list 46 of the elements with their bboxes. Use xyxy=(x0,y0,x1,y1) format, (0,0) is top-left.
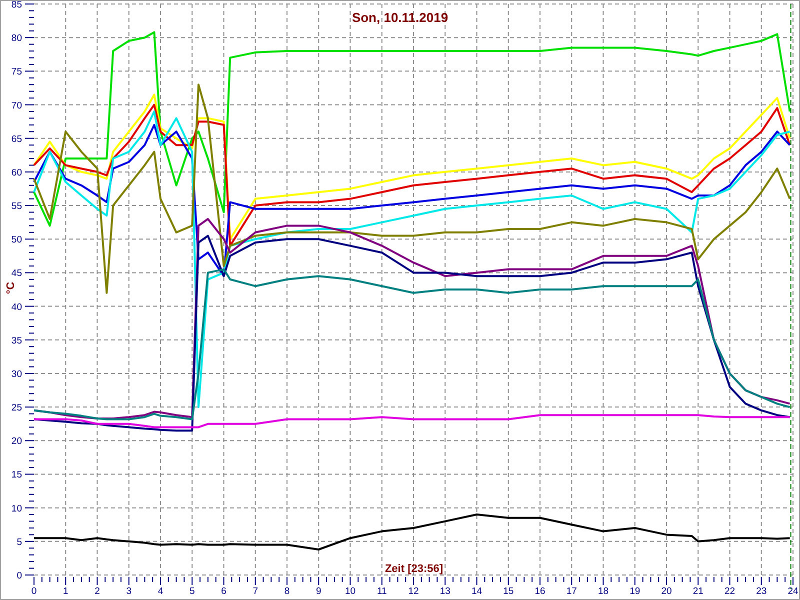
tick-label: 85 xyxy=(11,0,22,10)
tick-label: 30 xyxy=(11,368,22,380)
tick-label: 4 xyxy=(158,586,164,597)
tick-label: 45 xyxy=(11,268,22,280)
tick-label: 60 xyxy=(11,167,22,178)
tick-label: 0 xyxy=(31,586,37,597)
tick-label: 50 xyxy=(11,234,22,246)
tick-label: 15 xyxy=(503,586,514,597)
tick-label: 2 xyxy=(94,586,100,597)
tick-label: 0 xyxy=(16,570,22,582)
tick-label: 22 xyxy=(724,586,736,597)
tick-label: 8 xyxy=(284,586,290,597)
tick-label: 13 xyxy=(440,586,450,597)
axis-label: °C xyxy=(5,282,17,294)
tick-label: 11 xyxy=(376,586,387,597)
tick-label: 18 xyxy=(598,586,609,597)
tick-label: 1 xyxy=(62,586,68,597)
tick-label: 21 xyxy=(692,586,704,597)
tick-label: 3 xyxy=(126,586,132,597)
tick-label: 75 xyxy=(11,66,22,78)
tick-label: 20 xyxy=(661,586,672,597)
tick-label: 23 xyxy=(756,586,767,597)
tick-label: 12 xyxy=(408,586,419,597)
tick-label: 19 xyxy=(630,586,640,597)
tick-label: 17 xyxy=(566,586,577,597)
tick-label: 80 xyxy=(11,33,22,44)
tick-label: 24 xyxy=(788,586,798,597)
tick-label: 5 xyxy=(16,536,22,548)
tick-label: 5 xyxy=(189,586,195,597)
chart-title: Son, 10.11.2019 xyxy=(352,10,448,25)
tick-label: 55 xyxy=(11,201,22,212)
tick-label: 20 xyxy=(11,436,22,448)
tick-label: 9 xyxy=(316,586,322,597)
tick-label: 15 xyxy=(11,470,22,481)
tick-label: 40 xyxy=(11,302,22,313)
tick-label: 10 xyxy=(11,503,22,514)
tick-label: 14 xyxy=(471,586,482,597)
tick-label: 16 xyxy=(534,586,546,597)
tick-label: 65 xyxy=(11,134,22,145)
tick-label: 10 xyxy=(344,586,356,597)
axis-label: Zeit [23:56] xyxy=(384,563,444,575)
tick-label: 7 xyxy=(252,586,258,597)
tick-label: 35 xyxy=(11,335,22,346)
tick-label: 70 xyxy=(11,100,22,112)
tick-label: 25 xyxy=(11,402,22,414)
tick-label: 6 xyxy=(221,586,226,597)
